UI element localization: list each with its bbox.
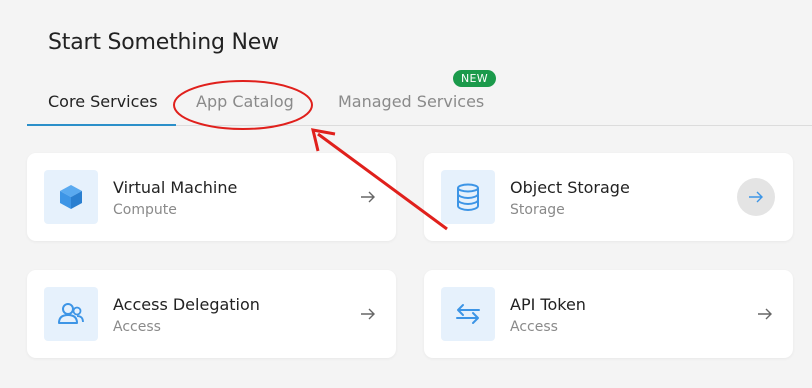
card-title: Object Storage [510, 178, 630, 197]
card-subtitle: Access [113, 319, 161, 335]
card-object-storage[interactable]: Object Storage Storage [424, 153, 793, 241]
users-icon [44, 287, 98, 341]
card-subtitle: Storage [510, 202, 565, 218]
tab-managed-services[interactable]: Managed Services [338, 92, 484, 111]
card-title: Virtual Machine [113, 178, 238, 197]
card-access-delegation[interactable]: Access Delegation Access [27, 270, 396, 358]
card-subtitle: Compute [113, 202, 177, 218]
database-icon [441, 170, 495, 224]
card-subtitle: Access [510, 319, 558, 335]
arrow-right-icon[interactable] [755, 304, 775, 324]
card-api-token[interactable]: API Token Access [424, 270, 793, 358]
arrow-right-icon[interactable] [737, 178, 775, 216]
tab-core-services[interactable]: Core Services [48, 92, 158, 111]
arrow-right-icon[interactable] [358, 304, 378, 324]
card-title: Access Delegation [113, 295, 260, 314]
swap-arrows-icon [441, 287, 495, 341]
cube-icon [44, 170, 98, 224]
arrow-right-icon[interactable] [358, 187, 378, 207]
card-title: API Token [510, 295, 586, 314]
new-badge: NEW [453, 70, 496, 87]
service-tabs: Core Services App Catalog Managed Servic… [0, 70, 812, 126]
card-virtual-machine[interactable]: Virtual Machine Compute [27, 153, 396, 241]
tab-app-catalog[interactable]: App Catalog [196, 92, 294, 111]
annotation-arrowhead [311, 128, 336, 152]
page-title: Start Something New [48, 30, 279, 55]
active-tab-indicator [27, 124, 176, 126]
